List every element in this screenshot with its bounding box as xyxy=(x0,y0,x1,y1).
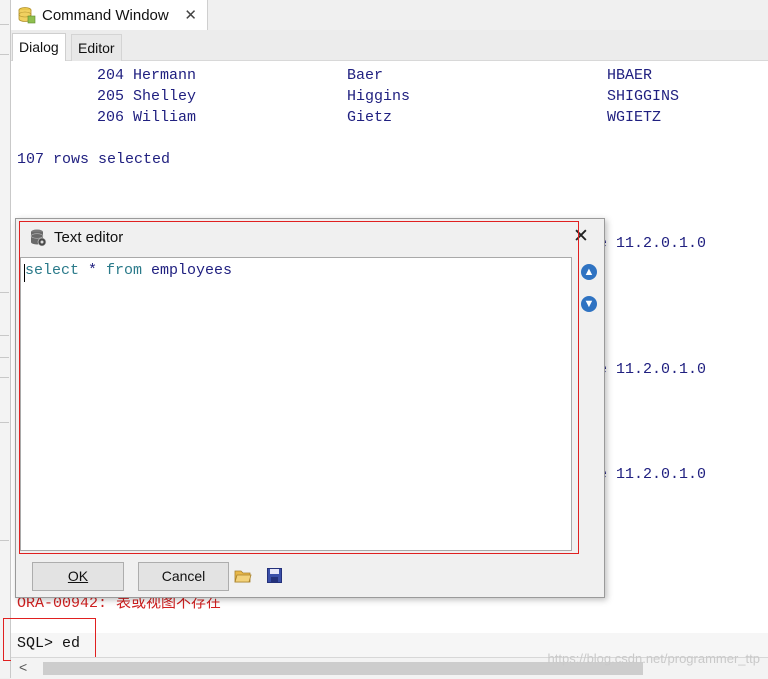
version-text: e 11.2.0.1.0 xyxy=(598,235,707,252)
cell-last-name: Gietz xyxy=(347,109,393,126)
table-row: 205 Shelley xyxy=(97,88,197,105)
version-text: e 11.2.0.1.0 xyxy=(598,466,707,483)
close-tab-icon[interactable]: ✕ xyxy=(184,6,197,24)
ok-button[interactable]: OK xyxy=(32,562,124,591)
database-icon xyxy=(18,7,36,24)
subtab-bar: Dialog Editor xyxy=(11,30,768,61)
rows-selected-text: 107 rows selected xyxy=(17,151,171,168)
save-icon[interactable] xyxy=(267,568,282,583)
left-panel-edge xyxy=(0,0,11,678)
tab-dialog[interactable]: Dialog xyxy=(12,33,66,61)
table-row: 204 Hermann xyxy=(97,67,197,84)
cell-last-name: Higgins xyxy=(347,88,411,105)
cell-email: SHIGGINS xyxy=(607,88,680,105)
scroll-left-icon[interactable]: < xyxy=(19,659,27,675)
version-text: e 11.2.0.1.0 xyxy=(598,361,707,378)
cell-email: WGIETZ xyxy=(607,109,662,126)
arrow-up-icon[interactable]: ▲ xyxy=(581,264,597,280)
dialog-highlight-box xyxy=(19,221,579,554)
cancel-button[interactable]: Cancel xyxy=(138,562,229,591)
cell-last-name: Baer xyxy=(347,67,384,84)
tab-command-window[interactable]: Command Window ✕ xyxy=(11,0,208,30)
open-folder-icon[interactable] xyxy=(234,568,252,584)
tab-title: Command Window xyxy=(42,6,169,24)
arrow-down-icon[interactable]: ▼ xyxy=(581,296,597,312)
table-row: 206 William xyxy=(97,109,197,126)
tab-editor[interactable]: Editor xyxy=(71,34,122,61)
watermark: https://blog.csdn.net/programmer_ttp xyxy=(547,651,760,666)
prompt-highlight-box xyxy=(3,618,96,661)
cell-email: HBAER xyxy=(607,67,653,84)
